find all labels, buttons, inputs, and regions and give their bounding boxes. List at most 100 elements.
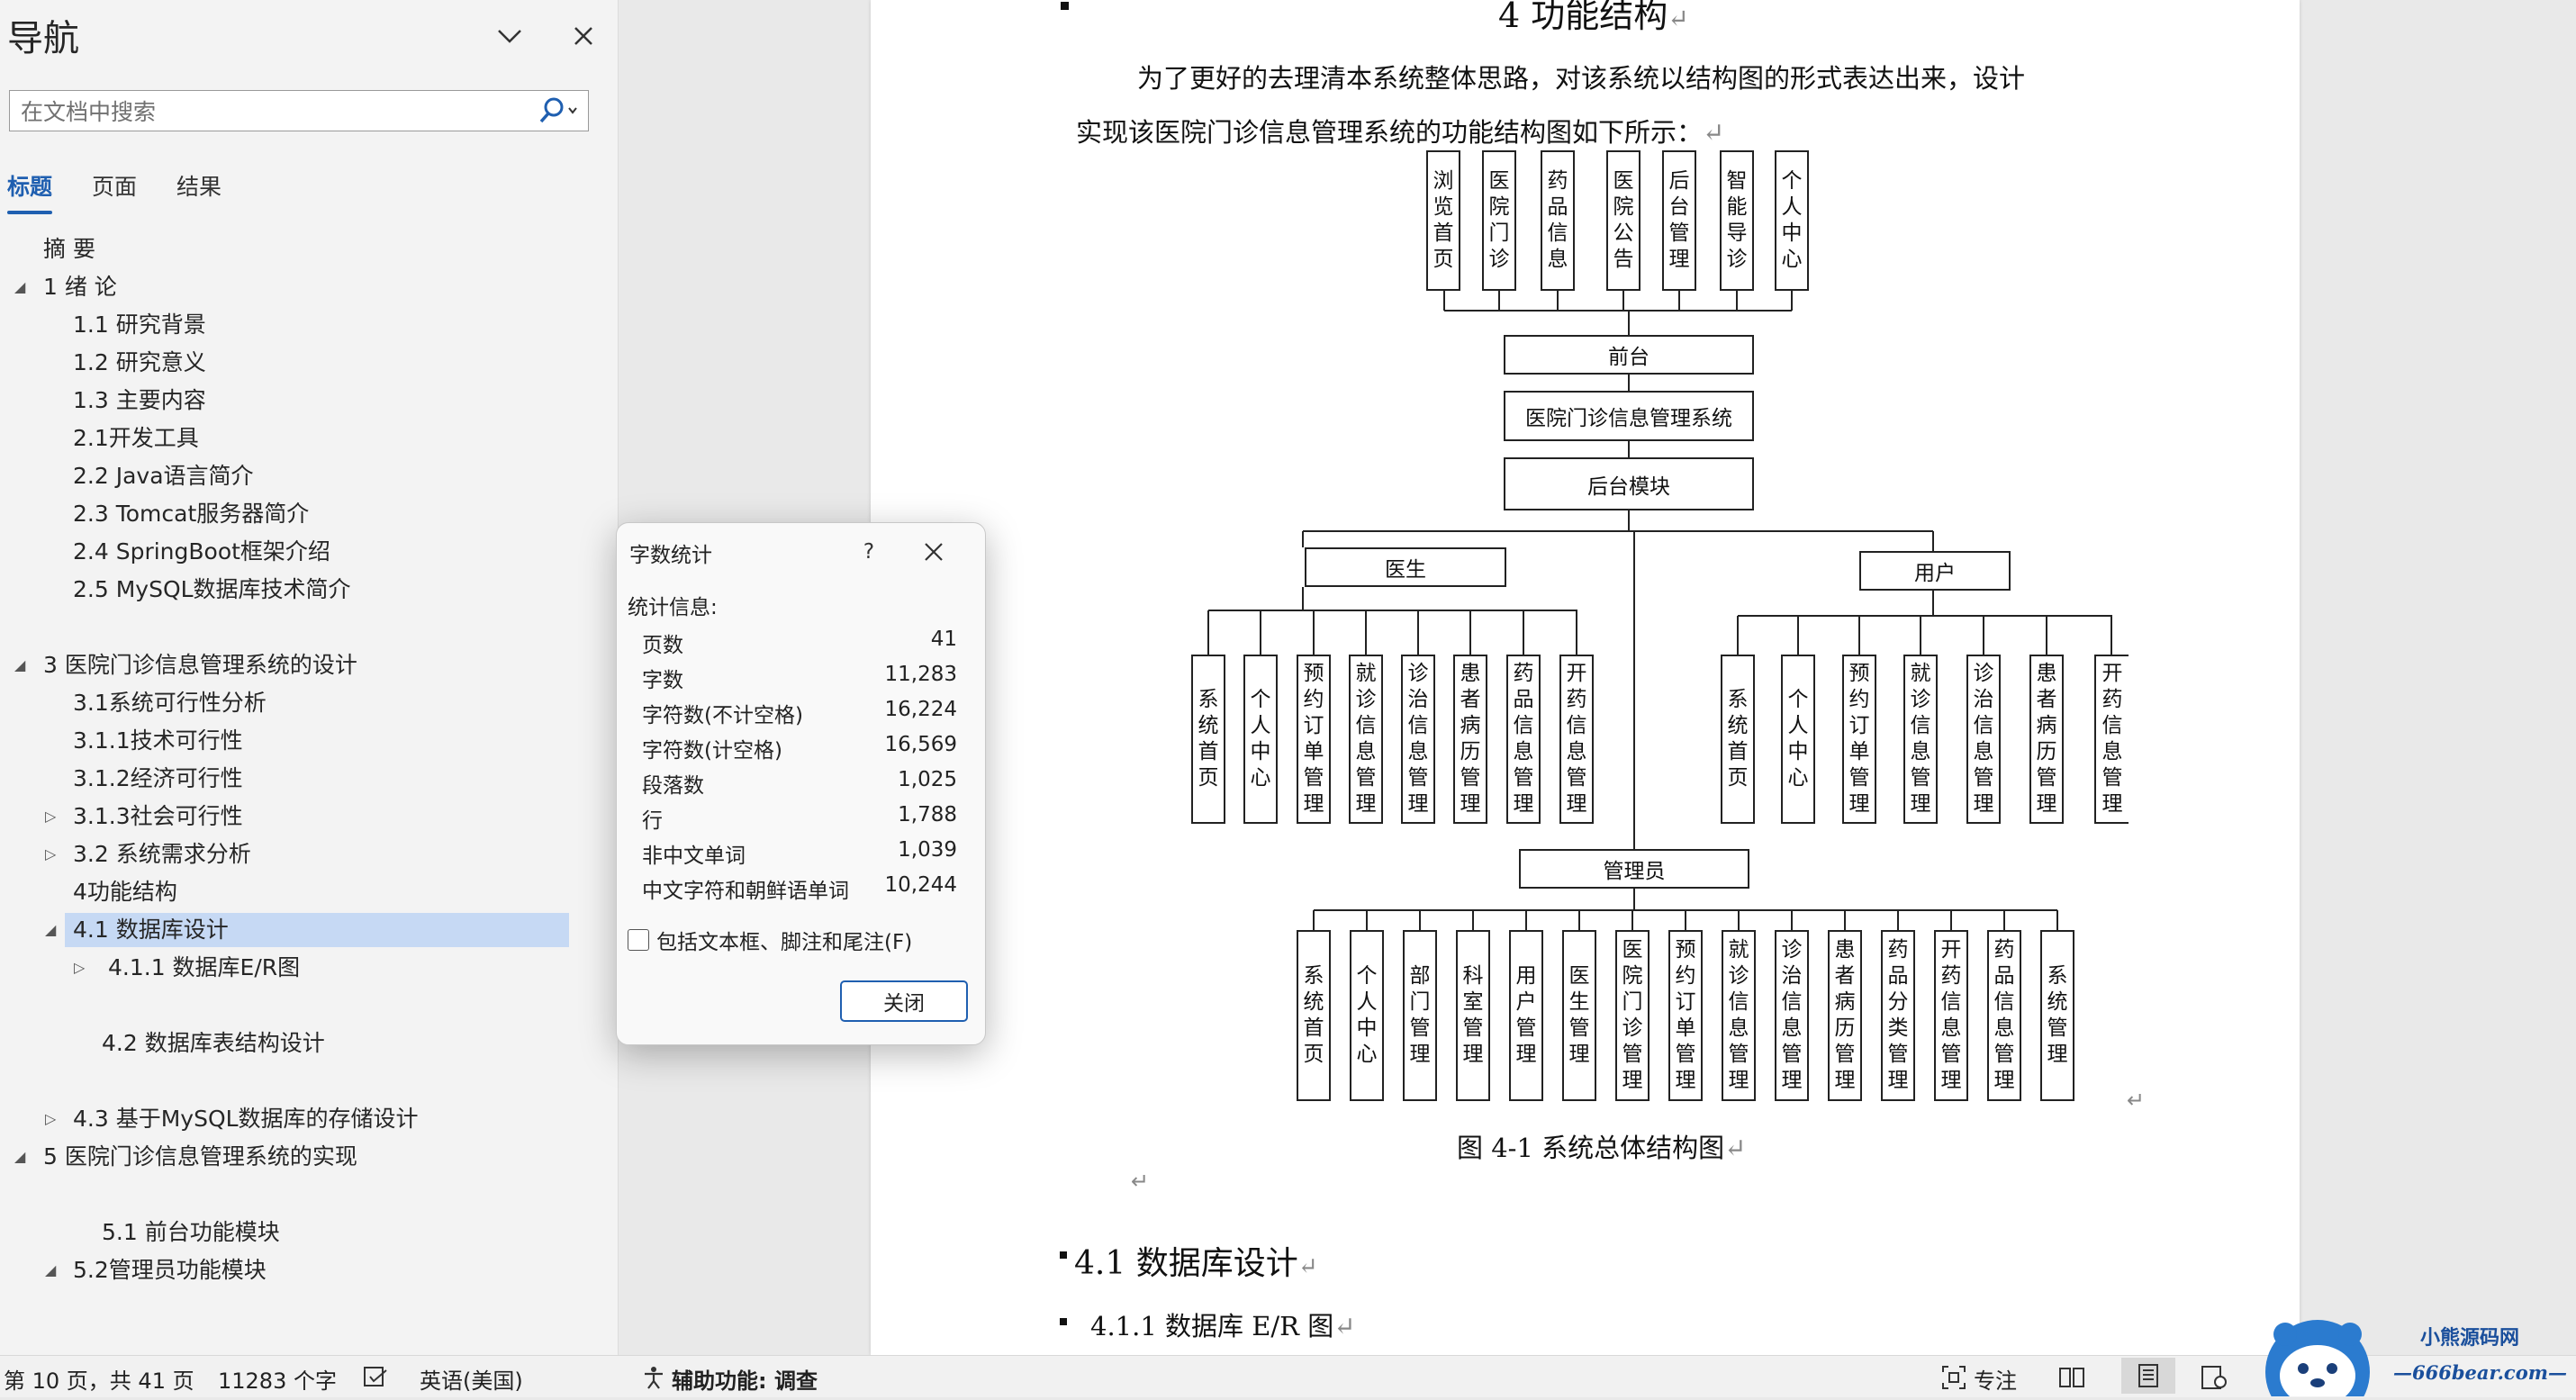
org-node-doctor-item: 患者病历管理 (1453, 655, 1487, 824)
include-textbox-checkbox[interactable]: 包括文本框、脚注和尾注(F) (628, 925, 912, 955)
heading-item[interactable]: 1.1 研究背景 (73, 308, 206, 342)
heading-item[interactable]: 4.1.1 数据库E/R图 (108, 951, 300, 985)
heading-item[interactable]: 2.3 Tomcat服务器简介 (73, 497, 309, 531)
page-count[interactable]: 第 10 页，共 41 页 (4, 1363, 194, 1395)
org-node-char: 管 (1409, 1016, 1431, 1040)
org-node-char: 院 (1622, 964, 1643, 988)
org-node-char: 管 (1566, 766, 1587, 790)
collapse-triangle-icon[interactable]: ◢ (14, 1140, 25, 1174)
org-node-char: 管 (1973, 766, 1994, 790)
search-icon[interactable] (538, 95, 581, 127)
document-page[interactable]: 4 功能结构↵ 为了更好的去理清本系统整体思路，对该系统以结构图的形式表达出来，… (871, 0, 2300, 1355)
heading-item[interactable]: 2.1开发工具 (73, 421, 199, 456)
expand-triangle-icon[interactable]: ▷ (74, 951, 85, 985)
org-node-char: 理 (1675, 1069, 1696, 1092)
focus-icon[interactable] (1941, 1365, 1966, 1395)
heading-item[interactable]: 1 绪 论 (43, 270, 117, 304)
org-node-admin-item: 部门管理 (1403, 930, 1437, 1101)
read-mode-icon[interactable] (2058, 1365, 2085, 1395)
heading-item[interactable]: 3 医院门诊信息管理系统的设计 (43, 648, 357, 682)
print-layout-icon[interactable] (2121, 1358, 2175, 1394)
org-node-top: 后台管理 (1662, 150, 1696, 291)
expand-triangle-icon[interactable]: ▷ (45, 1102, 56, 1136)
org-node-char: 息 (2101, 740, 2123, 763)
collapse-triangle-icon[interactable]: ◢ (14, 648, 25, 682)
heading-item[interactable]: 5 医院门诊信息管理系统的实现 (43, 1140, 357, 1174)
heading-item[interactable]: 摘 要 (43, 232, 95, 266)
search-box[interactable] (9, 90, 589, 131)
language-indicator[interactable]: 英语(美国) (420, 1363, 523, 1395)
stat-value: 1,039 (898, 838, 957, 862)
heading-item-selected[interactable]: 4.1 数据库设计 (65, 913, 569, 947)
heading-item[interactable]: 3.1.2经济可行性 (73, 762, 243, 796)
focus-mode-button[interactable]: 专注 (1974, 1363, 2017, 1395)
org-node-char: 管 (1407, 766, 1429, 790)
heading-bullet (1060, 1318, 1067, 1325)
collapse-triangle-icon[interactable]: ◢ (14, 270, 25, 304)
org-node-char: 管 (1728, 1043, 1749, 1066)
org-node-char: 信 (1547, 221, 1568, 245)
org-node-char: 理 (1409, 1043, 1431, 1066)
close-button[interactable]: 关闭 (840, 980, 968, 1022)
word-count[interactable]: 11283 个字 (218, 1363, 337, 1395)
checkbox-label: 包括文本框、脚注和尾注(F) (656, 931, 913, 954)
org-node-char: 诊 (1407, 662, 1429, 685)
heading-item[interactable]: 4.2 数据库表结构设计 (102, 1026, 325, 1061)
org-node-top: 医院公告 (1606, 150, 1641, 291)
org-node-top: 智能导诊 (1720, 150, 1754, 291)
org-node-doctor-item: 个人中心 (1243, 655, 1278, 824)
expand-triangle-icon[interactable]: ▷ (45, 799, 56, 834)
heading-item[interactable]: 4.3 基于MySQL数据库的存储设计 (73, 1102, 419, 1136)
org-node-user-item: 开药信息管理 (2094, 655, 2129, 824)
org-node-char: 理 (2101, 792, 2123, 816)
org-node-char: 中 (1356, 1016, 1378, 1040)
heading-item[interactable]: 2.2 Java语言简介 (73, 459, 254, 493)
close-icon[interactable] (565, 18, 601, 54)
org-node-char: 理 (1407, 792, 1429, 816)
org-node-admin-item: 科室管理 (1456, 930, 1490, 1101)
tab-pages[interactable]: 页面 (92, 169, 137, 214)
accessibility-status[interactable]: 辅助功能: 调查 (672, 1363, 818, 1395)
org-node-char: 病 (2036, 714, 2057, 737)
org-node-char: 管 (1887, 1043, 1909, 1066)
org-node-char: 诊 (1781, 938, 1803, 962)
help-button[interactable]: ? (851, 534, 887, 570)
org-node-admin-item: 医生管理 (1562, 930, 1596, 1101)
heading-item[interactable]: 4功能结构 (73, 875, 177, 909)
org-node-char: 理 (1460, 792, 1481, 816)
heading-item[interactable]: 2.5 MySQL数据库技术简介 (73, 573, 351, 607)
expand-triangle-icon[interactable]: ▷ (45, 837, 56, 872)
org-node-char: 公 (1613, 221, 1634, 245)
org-node-char: 理 (1940, 1069, 1962, 1092)
heading-item[interactable]: 5.2管理员功能模块 (73, 1253, 267, 1287)
heading-item[interactable]: 2.4 SpringBoot框架介绍 (73, 535, 330, 569)
search-input[interactable] (19, 95, 527, 129)
web-layout-icon[interactable] (2201, 1365, 2228, 1395)
tab-headings[interactable]: 标题 (7, 169, 53, 214)
org-node-char: 台 (1668, 195, 1690, 219)
checkbox-square[interactable] (628, 929, 649, 951)
org-node-char: 息 (1910, 740, 1931, 763)
heading-item[interactable]: 3.1.1技术可行性 (73, 724, 243, 758)
org-node-char: 管 (1848, 766, 1870, 790)
org-node-char: 页 (1727, 766, 1749, 790)
org-node-char: 诊 (1726, 248, 1748, 271)
proofing-icon[interactable] (362, 1365, 389, 1395)
collapse-triangle-icon[interactable]: ◢ (45, 1253, 56, 1287)
status-bar: 第 10 页，共 41 页 11283 个字 英语(美国) 辅助功能: 调查 专… (0, 1355, 2576, 1397)
org-node-char: 理 (1973, 792, 1994, 816)
heading-item[interactable]: 3.1.3社会可行性 (73, 799, 243, 834)
heading-item[interactable]: 3.1系统可行性分析 (73, 686, 267, 720)
heading-item[interactable]: 1.2 研究意义 (73, 346, 206, 380)
dialog-close-icon[interactable] (914, 532, 954, 572)
org-node-char: 信 (1407, 714, 1429, 737)
heading-item[interactable]: 3.2 系统需求分析 (73, 837, 251, 872)
org-node-char: 个 (1356, 964, 1378, 988)
heading-item[interactable]: 1.3 主要内容 (73, 384, 206, 418)
collapse-triangle-icon[interactable]: ◢ (45, 913, 56, 947)
tab-results[interactable]: 结果 (176, 169, 221, 214)
chevron-down-icon[interactable] (492, 18, 528, 54)
org-node-char: 信 (1355, 714, 1377, 737)
heading-item[interactable]: 5.1 前台功能模块 (102, 1215, 280, 1250)
org-node-char: 医 (1613, 169, 1634, 193)
